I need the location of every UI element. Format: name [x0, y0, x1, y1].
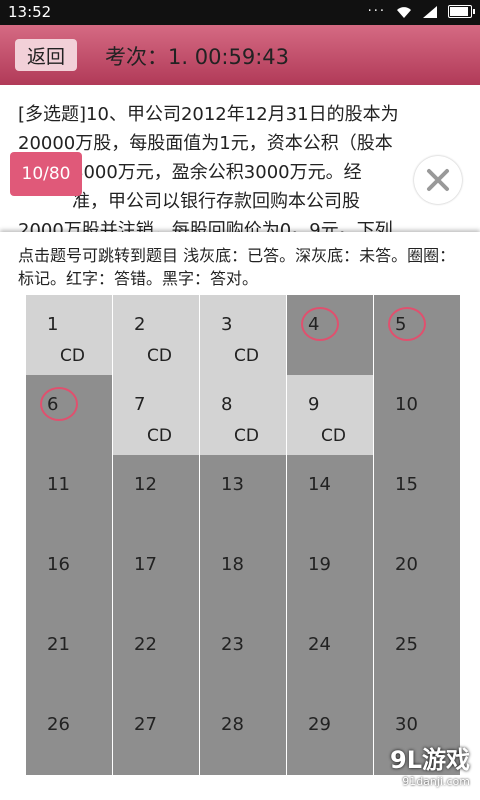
question-number: 27 — [134, 714, 157, 735]
question-cell-7[interactable]: 7 CD — [113, 375, 200, 456]
question-cell-14[interactable]: 14 — [287, 455, 374, 536]
question-cell-5[interactable]: 5 — [374, 295, 461, 376]
question-number: 3 — [221, 314, 233, 335]
question-cell-12[interactable]: 12 — [113, 455, 200, 536]
question-number: 5 — [395, 314, 407, 335]
question-number: 1 — [47, 314, 59, 335]
question-cell-28[interactable]: 28 — [200, 695, 287, 776]
question-number: 2 — [134, 314, 146, 335]
grid-row: 6 7 CD 8 CD 9 CD 10 — [26, 375, 462, 456]
question-number: 14 — [308, 474, 331, 495]
question-cell-19[interactable]: 19 — [287, 535, 374, 616]
question-cell-25[interactable]: 25 — [374, 615, 461, 696]
question-text: [多选题]10、甲公司2012年12月31日的股本为 20000万股，每股面值为1… — [18, 100, 464, 245]
question-number: 4 — [308, 314, 320, 335]
answer-text: CD — [321, 426, 346, 446]
question-number: 10 — [395, 394, 418, 415]
question-number: 26 — [47, 714, 70, 735]
watermark: 9L游戏 91danji.com — [390, 740, 470, 788]
question-cell-6[interactable]: 6 — [26, 375, 113, 456]
question-cell-2[interactable]: 2 CD — [113, 295, 200, 376]
question-cell-17[interactable]: 17 — [113, 535, 200, 616]
question-counter[interactable]: 10/80 — [10, 152, 82, 196]
question-number: 13 — [221, 474, 244, 495]
question-line: 8000万元，盈余公积3000万元。经 — [18, 162, 362, 183]
answer-text: CD — [60, 346, 85, 366]
grid-row: 16 17 18 19 20 — [26, 535, 462, 616]
question-cell-10[interactable]: 10 — [374, 375, 461, 456]
answer-text: CD — [147, 346, 172, 366]
question-cell-18[interactable]: 18 — [200, 535, 287, 616]
question-cell-11[interactable]: 11 — [26, 455, 113, 536]
question-number: 16 — [47, 554, 70, 575]
watermark-url: 91danji.com — [402, 775, 470, 788]
question-cell-24[interactable]: 24 — [287, 615, 374, 696]
question-number: 12 — [134, 474, 157, 495]
question-cell-1[interactable]: 1 CD — [26, 295, 113, 376]
status-icons: ··· — [367, 4, 475, 19]
question-cell-22[interactable]: 22 — [113, 615, 200, 696]
question-number: 25 — [395, 634, 418, 655]
question-cell-16[interactable]: 16 — [26, 535, 113, 616]
status-time: 13:52 — [8, 3, 52, 21]
close-button[interactable] — [414, 156, 462, 204]
question-number: 9 — [308, 394, 320, 415]
question-number: 19 — [308, 554, 331, 575]
close-icon — [427, 169, 449, 191]
question-number: 15 — [395, 474, 418, 495]
question-line: [多选题]10、甲公司2012年12月31日的股本为 — [18, 104, 399, 125]
question-cell-3[interactable]: 3 CD — [200, 295, 287, 376]
mark-ring-icon — [40, 387, 78, 421]
question-number: 30 — [395, 714, 418, 735]
watermark-logo: 9L游戏 — [390, 746, 470, 774]
question-grid: 1 CD 2 CD 3 CD 4 5 6 7 CD 8 CD 9 CD 10 11 12 13 14 15 16 17 18 1… — [25, 294, 462, 776]
question-cell-4[interactable]: 4 — [287, 295, 374, 376]
question-cell-27[interactable]: 27 — [113, 695, 200, 776]
grid-row: 1 CD 2 CD 3 CD 4 5 — [26, 295, 462, 376]
grid-row: 11 12 13 14 15 — [26, 455, 462, 536]
question-number: 17 — [134, 554, 157, 575]
question-cell-26[interactable]: 26 — [26, 695, 113, 776]
status-bar: 13:52 ··· — [0, 0, 480, 25]
battery-icon — [448, 5, 475, 18]
question-line: 20000万股，每股面值为1元，资本公积（股本 — [18, 133, 393, 154]
question-number: 6 — [47, 394, 59, 415]
exam-timer: 考次：1. 00:59:43 — [105, 45, 290, 69]
signal-icon — [423, 5, 437, 18]
legend-text: 点击题号可跳转到题目 浅灰底：已答。深灰底：未答。圈圈：标记。红字：答错。黑字：… — [18, 246, 456, 288]
question-number: 21 — [47, 634, 70, 655]
back-button[interactable]: 返回 — [15, 39, 77, 71]
question-cell-29[interactable]: 29 — [287, 695, 374, 776]
question-cell-13[interactable]: 13 — [200, 455, 287, 536]
answer-sheet-panel: 点击题号可跳转到题目 浅灰底：已答。深灰底：未答。圈圈：标记。红字：答错。黑字：… — [0, 232, 480, 800]
answer-text: CD — [147, 426, 172, 446]
header-bar: 返回 考次：1. 00:59:43 — [0, 25, 480, 85]
question-number: 29 — [308, 714, 331, 735]
question-cell-20[interactable]: 20 — [374, 535, 461, 616]
question-number: 11 — [47, 474, 70, 495]
question-number: 24 — [308, 634, 331, 655]
question-cell-15[interactable]: 15 — [374, 455, 461, 536]
notification-dots: ··· — [367, 4, 386, 19]
mark-ring-icon — [388, 307, 426, 341]
mark-ring-icon — [301, 307, 339, 341]
question-number: 20 — [395, 554, 418, 575]
wifi-icon — [397, 6, 411, 18]
question-number: 28 — [221, 714, 244, 735]
question-line: 准，甲公司以银行存款回购本公司股 — [18, 191, 360, 212]
question-number: 18 — [221, 554, 244, 575]
question-number: 7 — [134, 394, 146, 415]
answer-text: CD — [234, 346, 259, 366]
question-number: 23 — [221, 634, 244, 655]
question-number: 8 — [221, 394, 233, 415]
grid-row: 21 22 23 24 25 — [26, 615, 462, 696]
question-cell-23[interactable]: 23 — [200, 615, 287, 696]
question-number: 22 — [134, 634, 157, 655]
question-cell-8[interactable]: 8 CD — [200, 375, 287, 456]
question-cell-21[interactable]: 21 — [26, 615, 113, 696]
question-cell-9[interactable]: 9 CD — [287, 375, 374, 456]
answer-text: CD — [234, 426, 259, 446]
